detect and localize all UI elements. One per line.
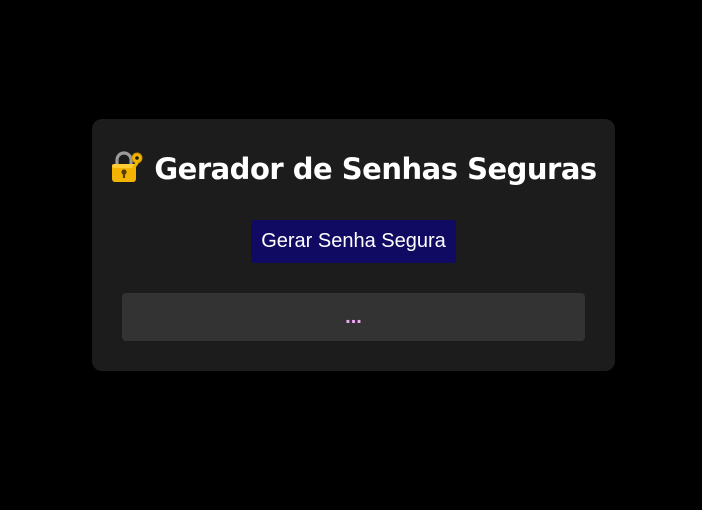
password-output: ...: [122, 293, 585, 341]
page: Gerador de Senhas Seguras Gerar Senha Se…: [0, 0, 702, 510]
generate-password-button[interactable]: Gerar Senha Segura: [251, 220, 456, 263]
password-output-text: ...: [345, 306, 362, 328]
page-title: Gerador de Senhas Seguras: [92, 149, 615, 189]
generator-card: Gerador de Senhas Seguras Gerar Senha Se…: [92, 119, 615, 371]
lock-with-key-icon: [112, 151, 143, 182]
title-text: Gerador de Senhas Seguras: [154, 152, 597, 186]
